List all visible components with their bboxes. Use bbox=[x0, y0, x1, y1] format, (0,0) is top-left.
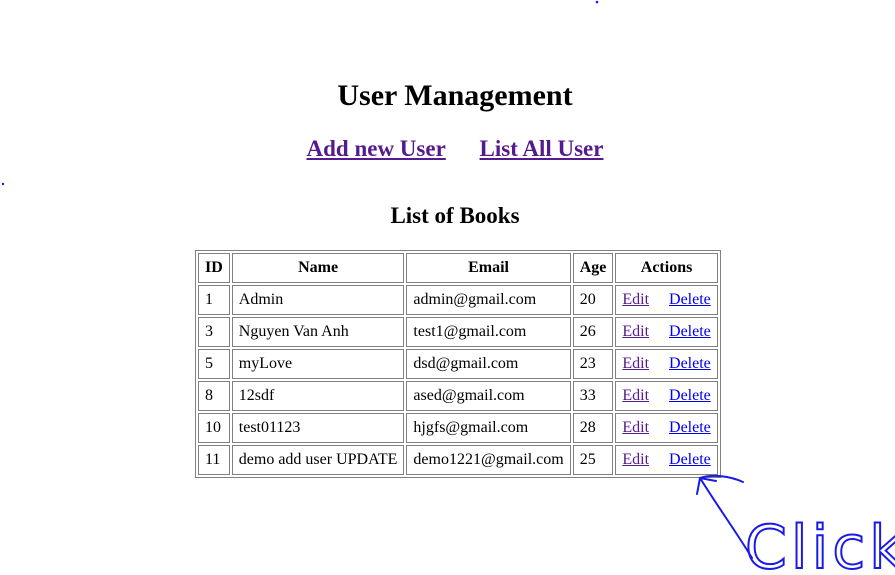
annotation-arrow-icon bbox=[696, 477, 753, 559]
table-row: 10 test01123 hjgfs@gmail.com 28 Edit Delete bbox=[198, 413, 718, 443]
cell-age: 26 bbox=[572, 317, 614, 347]
edit-link[interactable]: Edit bbox=[622, 291, 649, 308]
table-row: 3 Nguyen Van Anh test1@gmail.com 26 Edit Dele… bbox=[198, 317, 718, 347]
cell-id: 3 bbox=[198, 317, 230, 347]
column-header-actions: Actions bbox=[615, 253, 718, 283]
delete-link[interactable]: Delete bbox=[669, 387, 711, 404]
delete-link[interactable]: Delete bbox=[669, 291, 711, 308]
page-title: User Management bbox=[337, 79, 573, 112]
edit-link[interactable]: Edit bbox=[622, 323, 649, 340]
table-header-row: ID Name Email Age Actions bbox=[198, 253, 718, 283]
edit-link[interactable]: Edit bbox=[622, 355, 649, 372]
delete-link[interactable]: Delete bbox=[669, 323, 711, 340]
cell-id: 10 bbox=[198, 413, 230, 443]
cell-email: admin@gmail.com bbox=[406, 285, 571, 315]
table-row: 8 12sdf ased@gmail.com 33 Edit Delete bbox=[198, 381, 718, 411]
table-row: 1 Admin admin@gmail.com 20 Edit Delete bbox=[198, 285, 718, 315]
delete-link[interactable]: Delete bbox=[669, 451, 711, 468]
edit-link[interactable]: Edit bbox=[622, 419, 649, 436]
users-table: ID Name Email Age Actions 1 Admin admin@gm… bbox=[195, 250, 721, 478]
edit-link[interactable]: Edit bbox=[622, 451, 649, 468]
cell-age: 20 bbox=[572, 285, 614, 315]
cell-email: hjgfs@gmail.com bbox=[406, 413, 571, 443]
column-header-name: Name bbox=[231, 253, 405, 283]
cell-name: myLove bbox=[231, 349, 405, 379]
column-header-email: Email bbox=[406, 253, 571, 283]
delete-link[interactable]: Delete bbox=[669, 419, 711, 436]
add-new-user-link[interactable]: Add new User bbox=[307, 136, 446, 161]
cell-age: 33 bbox=[572, 381, 614, 411]
cell-name: test01123 bbox=[231, 413, 405, 443]
cell-actions: Edit Delete bbox=[615, 381, 718, 411]
cell-id: 1 bbox=[198, 285, 230, 315]
table-row: 11 demo add user UPDATE demo1221@gmail.com… bbox=[198, 445, 718, 475]
cell-age: 25 bbox=[572, 445, 614, 475]
nav-links: Add new User List All User bbox=[0, 133, 895, 165]
cell-name: Admin bbox=[231, 285, 405, 315]
edit-link[interactable]: Edit bbox=[622, 387, 649, 404]
cell-email: test1@gmail.com bbox=[406, 317, 571, 347]
cell-actions: Edit Delete bbox=[615, 413, 718, 443]
column-header-age: Age bbox=[572, 253, 614, 283]
annotation-dot bbox=[595, 0, 599, 4]
table-caption: List of Books bbox=[390, 203, 520, 228]
cell-id: 11 bbox=[198, 445, 230, 475]
annotation-click-text: Click bbox=[745, 513, 895, 575]
column-header-id: ID bbox=[198, 253, 230, 283]
cell-actions: Edit Delete bbox=[615, 285, 718, 315]
cell-name: Nguyen Van Anh bbox=[231, 317, 405, 347]
cell-id: 8 bbox=[198, 381, 230, 411]
cell-actions: Edit Delete bbox=[615, 317, 718, 347]
cell-actions: Edit Delete bbox=[615, 349, 718, 379]
cell-email: ased@gmail.com bbox=[406, 381, 571, 411]
cell-age: 28 bbox=[572, 413, 614, 443]
table-row: 5 myLove dsd@gmail.com 23 Edit Delete bbox=[198, 349, 718, 379]
list-all-user-link[interactable]: List All User bbox=[480, 136, 604, 161]
cell-age: 23 bbox=[572, 349, 614, 379]
cell-name: 12sdf bbox=[231, 381, 405, 411]
annotation-dot bbox=[1, 182, 5, 186]
cell-email: dsd@gmail.com bbox=[406, 349, 571, 379]
delete-link[interactable]: Delete bbox=[669, 355, 711, 372]
cell-id: 5 bbox=[198, 349, 230, 379]
cell-actions: Edit Delete bbox=[615, 445, 718, 475]
cell-name: demo add user UPDATE bbox=[231, 445, 405, 475]
cell-email: demo1221@gmail.com bbox=[406, 445, 571, 475]
